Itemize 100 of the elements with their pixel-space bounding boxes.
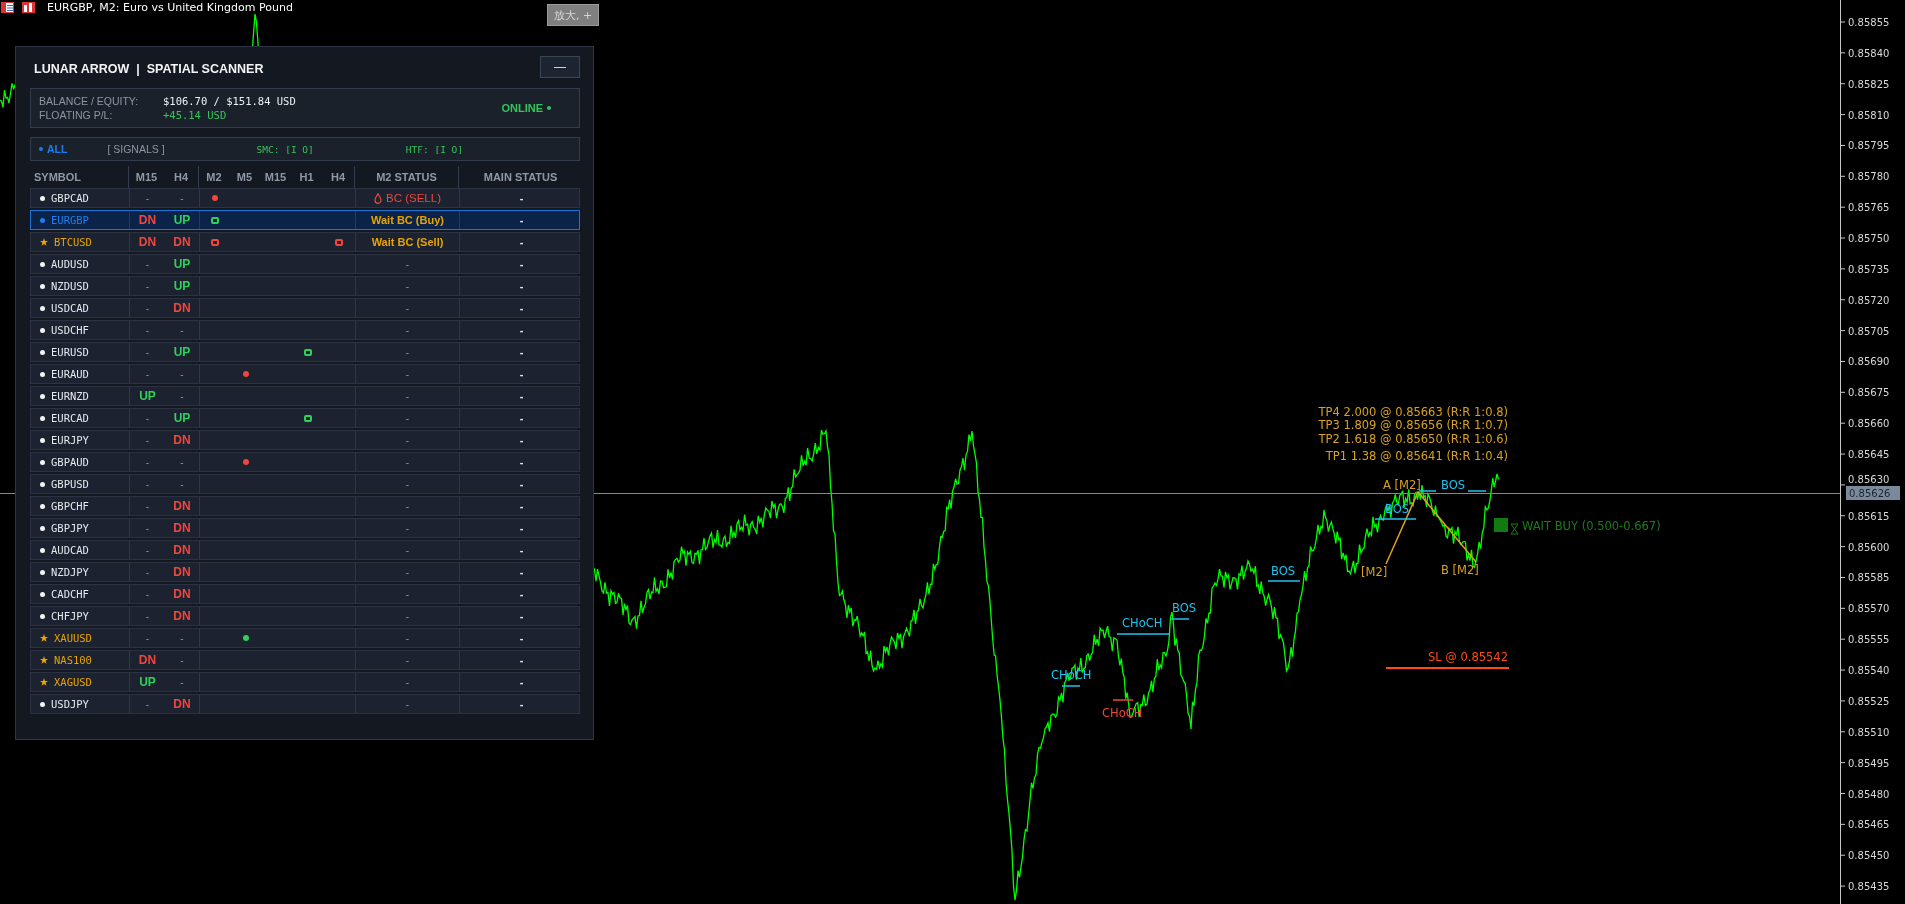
scanner-row[interactable]: NZDJPY - DN - - bbox=[30, 562, 580, 582]
bullet-icon bbox=[40, 195, 45, 201]
chart-icon bbox=[22, 1, 35, 13]
axis-label: 0.85780 bbox=[1848, 171, 1890, 183]
scanner-row[interactable]: CADCHF - DN - - bbox=[30, 584, 580, 604]
filter-tab[interactable]: ALL bbox=[39, 143, 68, 155]
status-text: - bbox=[405, 566, 410, 578]
trend-value: DN bbox=[173, 521, 191, 535]
star-icon bbox=[40, 238, 48, 246]
status-text: - bbox=[405, 280, 410, 292]
symbol-name: EURUSD bbox=[51, 346, 89, 358]
trend-value: - bbox=[145, 500, 150, 512]
filter-tab[interactable]: [ SIGNALS ] bbox=[107, 143, 165, 155]
scanner-row[interactable]: GBPCHF - DN - - bbox=[30, 496, 580, 516]
scanner-row[interactable]: GBPJPY - DN - - bbox=[30, 518, 580, 538]
trend-value: UP bbox=[173, 411, 191, 425]
symbol-name: NZDJPY bbox=[51, 566, 89, 578]
status-text: - bbox=[519, 192, 524, 204]
axis-label: 0.85720 bbox=[1848, 294, 1890, 306]
profit-value: +45.14 USD bbox=[163, 109, 228, 121]
status-text: - bbox=[405, 544, 410, 556]
status-text: - bbox=[405, 390, 410, 402]
hourglass-icon bbox=[1510, 523, 1519, 535]
trend-value: - bbox=[145, 346, 150, 358]
scanner-row[interactable]: EURNZD UP - - - bbox=[30, 386, 580, 406]
scanner-row[interactable]: NAS100 DN - - - bbox=[30, 650, 580, 670]
level-line bbox=[1116, 633, 1170, 635]
minimize-button[interactable]: — bbox=[540, 56, 580, 78]
status-text: - bbox=[519, 566, 524, 578]
level-line bbox=[1374, 518, 1417, 520]
current-price-badge: 0.85626 bbox=[1846, 486, 1900, 500]
trend-value: UP bbox=[173, 257, 191, 271]
scanner-row[interactable]: EURJPY - DN - - bbox=[30, 430, 580, 450]
level-line bbox=[1170, 618, 1190, 620]
axis-label: 0.85810 bbox=[1848, 109, 1890, 121]
status-text: Wait BC (Sell) bbox=[371, 236, 444, 248]
bullet-icon bbox=[40, 481, 45, 487]
symbol-name: GBPUSD bbox=[51, 478, 89, 490]
balance-value: $106.70 / $151.84 USD bbox=[163, 95, 297, 107]
smc-status: SMC: [I O] bbox=[256, 143, 314, 155]
scanner-row[interactable]: USDJPY - DN - - bbox=[30, 694, 580, 714]
scanner-row[interactable]: GBPUSD - - - - bbox=[30, 474, 580, 494]
scanner-row[interactable]: USDCHF - - - - bbox=[30, 320, 580, 340]
trend-value: DN bbox=[173, 433, 191, 447]
scanner-row[interactable]: GBPAUD - - - - bbox=[30, 452, 580, 472]
scanner-row[interactable]: NZDUSD - UP - - bbox=[30, 276, 580, 296]
account-label: FLOATING P/L: bbox=[39, 109, 114, 121]
scanner-row[interactable]: AUDCAD - DN - - bbox=[30, 540, 580, 560]
bullet-icon bbox=[40, 613, 45, 619]
scanner-row[interactable]: AUDUSD - UP - - bbox=[30, 254, 580, 274]
scanner-row[interactable]: GBPCAD - - BC (SELL) - bbox=[30, 188, 580, 208]
status-text: - bbox=[519, 412, 524, 424]
status-text: - bbox=[519, 302, 524, 314]
status-text: - bbox=[405, 676, 410, 688]
symbol-name: AUDCAD bbox=[51, 544, 89, 556]
trend-value: DN bbox=[138, 235, 157, 249]
axis-label: 0.85675 bbox=[1848, 387, 1890, 399]
symbol-name: USDCAD bbox=[51, 302, 89, 314]
scanner-row[interactable]: XAUUSD - - - - bbox=[30, 628, 580, 648]
status-text: - bbox=[519, 522, 524, 534]
axis-label: 0.85435 bbox=[1848, 881, 1890, 893]
status-text: - bbox=[405, 500, 410, 512]
account-label: BALANCE / EQUITY: bbox=[39, 95, 140, 107]
scanner-row[interactable]: EURGBP DN UP Wait BC (Buy) - bbox=[30, 210, 580, 230]
trend-value: - bbox=[145, 324, 150, 336]
trend-value: UP bbox=[173, 279, 191, 293]
scanner-row[interactable]: EURCAD - UP - - bbox=[30, 408, 580, 428]
structure-label: BOS bbox=[1441, 478, 1466, 492]
scanner-row[interactable]: USDCAD - DN - - bbox=[30, 298, 580, 318]
status-text: - bbox=[405, 522, 410, 534]
status-text: - bbox=[519, 214, 524, 226]
bullet-icon bbox=[40, 415, 45, 421]
trend-value: DN bbox=[173, 609, 191, 623]
trend-value: DN bbox=[138, 213, 157, 227]
scanner-row[interactable]: EURAUD - - - - bbox=[30, 364, 580, 384]
axis-label: 0.85735 bbox=[1848, 263, 1890, 275]
axis-label: 0.85660 bbox=[1848, 418, 1890, 430]
symbol-name: AUDUSD bbox=[51, 258, 89, 270]
trend-value: DN bbox=[173, 499, 191, 513]
axis-label: 0.85855 bbox=[1848, 17, 1890, 28]
axis-label: 0.85615 bbox=[1848, 510, 1890, 522]
table-icon bbox=[1, 1, 14, 13]
scanner-row[interactable]: EURUSD - UP - - bbox=[30, 342, 580, 362]
symbol-name: NZDUSD bbox=[51, 280, 89, 292]
trend-value: UP bbox=[173, 345, 191, 359]
axis-label: 0.85510 bbox=[1848, 726, 1890, 738]
pivot-label: B [M2] bbox=[1441, 563, 1479, 577]
status-text: - bbox=[405, 588, 410, 600]
status-text: - bbox=[405, 346, 410, 358]
trend-value: - bbox=[145, 412, 150, 424]
trend-value: UP bbox=[139, 675, 156, 689]
scanner-row[interactable]: XAGUSD UP - - - bbox=[30, 672, 580, 692]
trend-value: - bbox=[180, 390, 184, 402]
pivot-label: [M2] bbox=[1361, 565, 1388, 579]
pivot-label: A [M2] bbox=[1383, 478, 1421, 492]
axis-label: 0.85795 bbox=[1848, 140, 1890, 152]
bullet-icon bbox=[40, 349, 45, 355]
scanner-row[interactable]: CHFJPY - DN - - bbox=[30, 606, 580, 626]
scanner-row[interactable]: BTCUSD DN DN Wait BC (Sell) - bbox=[30, 232, 580, 252]
panel-title: LUNAR ARROW | SPATIAL SCANNER bbox=[34, 62, 264, 76]
